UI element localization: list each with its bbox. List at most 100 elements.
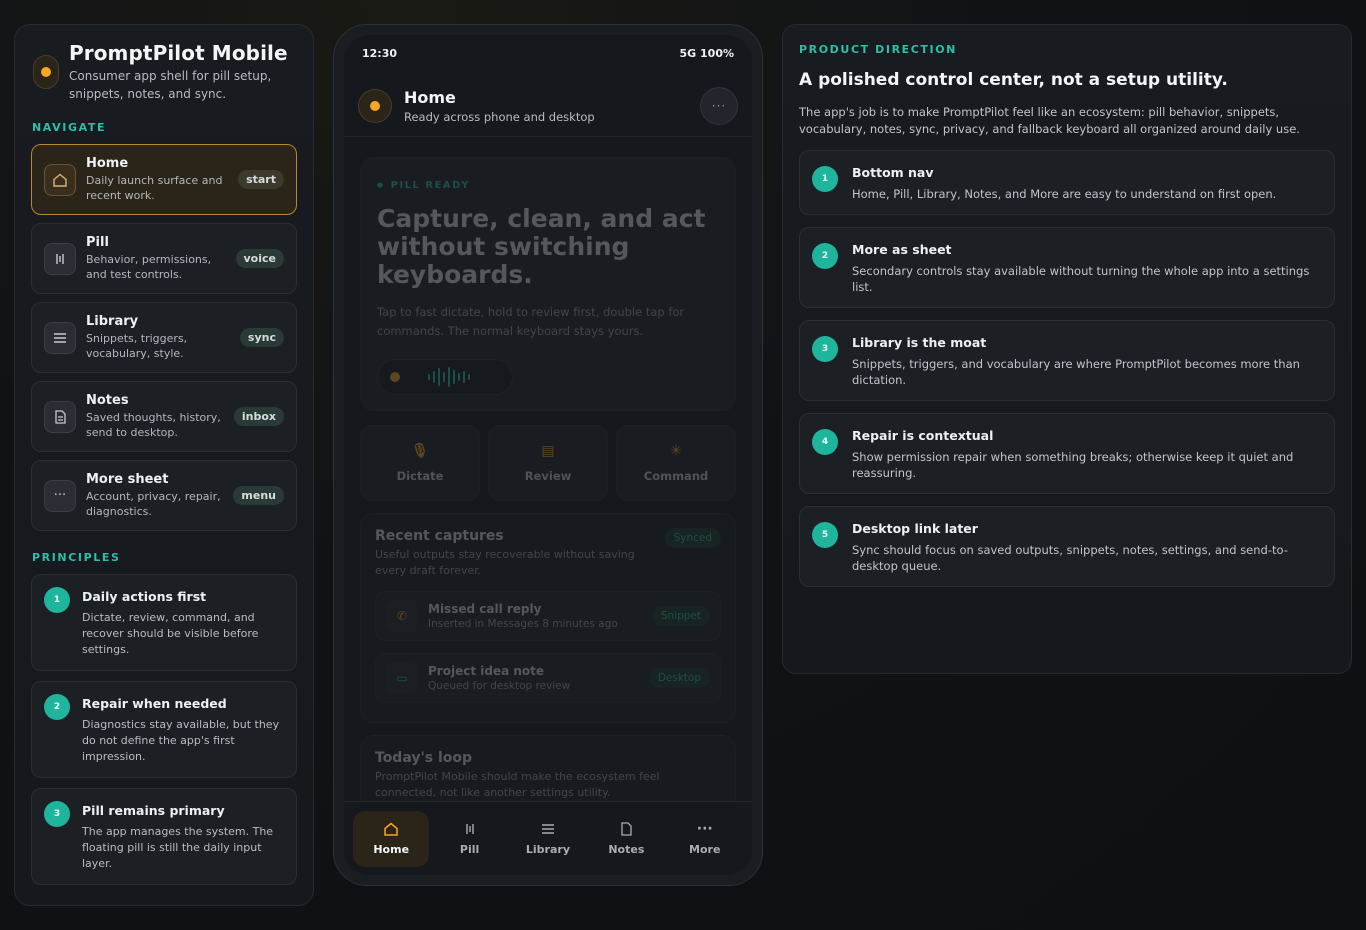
pill-icon <box>44 242 76 275</box>
direction-title: Repair is contextual <box>852 428 994 443</box>
principle-card: 2 Repair when needed Diagnostics stay av… <box>31 681 297 778</box>
home-content: PILL READY Capture, clean, and act witho… <box>360 157 736 815</box>
direction-desc: Secondary controls stay available withou… <box>852 264 1310 294</box>
principle-number: 3 <box>44 801 70 827</box>
direction-desc: Snippets, triggers, and vocabulary are w… <box>852 357 1300 387</box>
pill-dot-icon <box>390 372 400 382</box>
action-label: Command <box>643 469 709 483</box>
more-icon: ··· <box>44 479 76 512</box>
direction-card: 1 Bottom nav Home, Pill, Library, Notes,… <box>799 150 1335 215</box>
sidebar-item-title: Library <box>86 314 139 329</box>
principle-desc: Dictate, review, command, and recover sh… <box>82 611 259 656</box>
phone-screen: 12:30 5G 100% Home Ready across phone an… <box>344 35 752 875</box>
principle-title: Daily actions first <box>82 589 207 604</box>
app-subtitle: Consumer app shell for pill setup, snipp… <box>69 69 272 101</box>
chat-icon: ▤ <box>541 443 555 459</box>
floating-pill-preview[interactable] <box>377 359 513 395</box>
sidebar-item-badge: voice <box>235 249 284 268</box>
sidebar-item-badge: sync <box>239 328 284 347</box>
sidebar-item-title: Pill <box>86 235 109 250</box>
direction-card: 4 Repair is contextual Show permission r… <box>799 413 1335 494</box>
app-title: PromptPilot Mobile <box>69 41 288 65</box>
list-item[interactable]: ▭ Project idea note Queued for desktop r… <box>375 653 721 703</box>
product-direction-panel: PRODUCT DIRECTION A polished control cen… <box>782 24 1352 674</box>
tab-notes[interactable]: Notes <box>588 811 664 867</box>
phone-frame: 12:30 5G 100% Home Ready across phone an… <box>333 24 763 886</box>
panel-eyebrow: PRODUCT DIRECTION <box>799 43 957 56</box>
sidebar-item-pill[interactable]: Pill Behavior, permissions, and test con… <box>31 223 297 294</box>
action-label: Review <box>524 469 572 483</box>
hero-tag: PILL READY <box>377 180 719 191</box>
sidebar-item-home[interactable]: Home Daily launch surface and recent wor… <box>31 144 297 215</box>
tab-label: Pill <box>459 843 480 856</box>
sidebar-item-desc: Behavior, permissions, and test controls… <box>86 253 212 281</box>
command-button[interactable]: ✳ Command <box>616 425 736 501</box>
direction-card: 5 Desktop link later Sync should focus o… <box>799 506 1335 587</box>
sidebar-item-title: Notes <box>86 393 129 408</box>
principle-card: 1 Daily actions first Dictate, review, c… <box>31 574 297 671</box>
capture-badge: Desktop <box>648 668 710 688</box>
direction-title: Desktop link later <box>852 521 978 536</box>
action-label: Dictate <box>396 469 444 483</box>
sidebar-item-notes[interactable]: Notes Saved thoughts, history, send to d… <box>31 381 297 452</box>
sidebar-item-desc: Account, privacy, repair, diagnostics. <box>86 490 221 518</box>
direction-card: 3 Library is the moat Snippets, triggers… <box>799 320 1335 401</box>
direction-title: Bottom nav <box>852 165 934 180</box>
more-icon: ··· <box>696 821 713 837</box>
sidebar-item-desc: Saved thoughts, history, send to desktop… <box>86 411 221 439</box>
principle-number: 2 <box>44 694 70 720</box>
direction-desc: Show permission repair when something br… <box>852 450 1294 480</box>
recent-captures-card: Recent captures Useful outputs stay reco… <box>360 513 736 723</box>
capture-title: Missed call reply <box>428 602 542 616</box>
sidebar-item-title: More sheet <box>86 472 169 487</box>
tab-home[interactable]: Home <box>353 810 430 867</box>
direction-title: More as sheet <box>852 242 952 257</box>
loop-title: Today's loop <box>375 750 473 766</box>
status-bar: 12:30 5G 100% <box>344 47 752 60</box>
waveform-icon <box>428 367 470 387</box>
list-icon <box>44 321 76 354</box>
brand: PromptPilot Mobile Consumer app shell fo… <box>31 41 297 103</box>
spark-icon: ✳ <box>670 443 682 459</box>
recent-subtitle: Useful outputs stay recoverable without … <box>375 548 635 577</box>
direction-title: Library is the moat <box>852 335 987 350</box>
app-header: Home Ready across phone and desktop ··· <box>344 75 752 137</box>
tab-more[interactable]: ··· More <box>667 811 743 867</box>
pill-status-icon[interactable] <box>358 88 392 123</box>
pill-status-icon <box>33 55 59 89</box>
tab-pill[interactable]: Pill <box>432 811 508 867</box>
direction-desc: Sync should focus on saved outputs, snip… <box>852 543 1288 573</box>
sidebar-item-badge: inbox <box>233 407 284 426</box>
principle-desc: Diagnostics stay available, but they do … <box>82 718 280 763</box>
sidebar-item-desc: Daily launch surface and recent work. <box>86 174 223 202</box>
panel-desc: The app's job is to make PromptPilot fee… <box>799 105 1300 136</box>
direction-number: 4 <box>812 429 838 455</box>
page-title: Home <box>404 87 456 107</box>
phone-icon: ✆ <box>386 600 418 632</box>
capture-sub: Inserted in Messages 8 minutes ago <box>428 618 618 630</box>
monitor-icon: ▭ <box>386 662 418 694</box>
dictate-button[interactable]: 🎙 Dictate <box>360 425 480 501</box>
pill-icon <box>462 821 478 837</box>
bottom-nav: Home Pill Library Notes ··· More <box>344 801 752 875</box>
principle-card: 3 Pill remains primary The app manages t… <box>31 788 297 885</box>
synced-badge: Synced <box>664 528 721 548</box>
sidebar-item-library[interactable]: Library Snippets, triggers, vocabulary, … <box>31 302 297 373</box>
loop-desc: PromptPilot Mobile should make the ecosy… <box>375 770 660 799</box>
direction-number: 5 <box>812 522 838 548</box>
sidebar-item-title: Home <box>86 156 129 171</box>
capture-badge: Snippet <box>651 606 710 626</box>
principle-title: Repair when needed <box>82 696 227 711</box>
mic-icon: 🎙 <box>411 443 429 459</box>
sidebar-item-more-sheet[interactable]: ··· More sheet Account, privacy, repair,… <box>31 460 297 531</box>
more-button[interactable]: ··· <box>700 86 738 125</box>
principle-title: Pill remains primary <box>82 803 225 818</box>
review-button[interactable]: ▤ Review <box>488 425 608 501</box>
tab-library[interactable]: Library <box>510 811 586 867</box>
note-icon <box>618 821 634 837</box>
capture-sub: Queued for desktop review <box>428 680 571 692</box>
tab-label: More <box>689 843 721 856</box>
principles-label: PRINCIPLES <box>32 551 121 564</box>
list-item[interactable]: ✆ Missed call reply Inserted in Messages… <box>375 591 721 641</box>
tab-label: Library <box>525 843 571 856</box>
